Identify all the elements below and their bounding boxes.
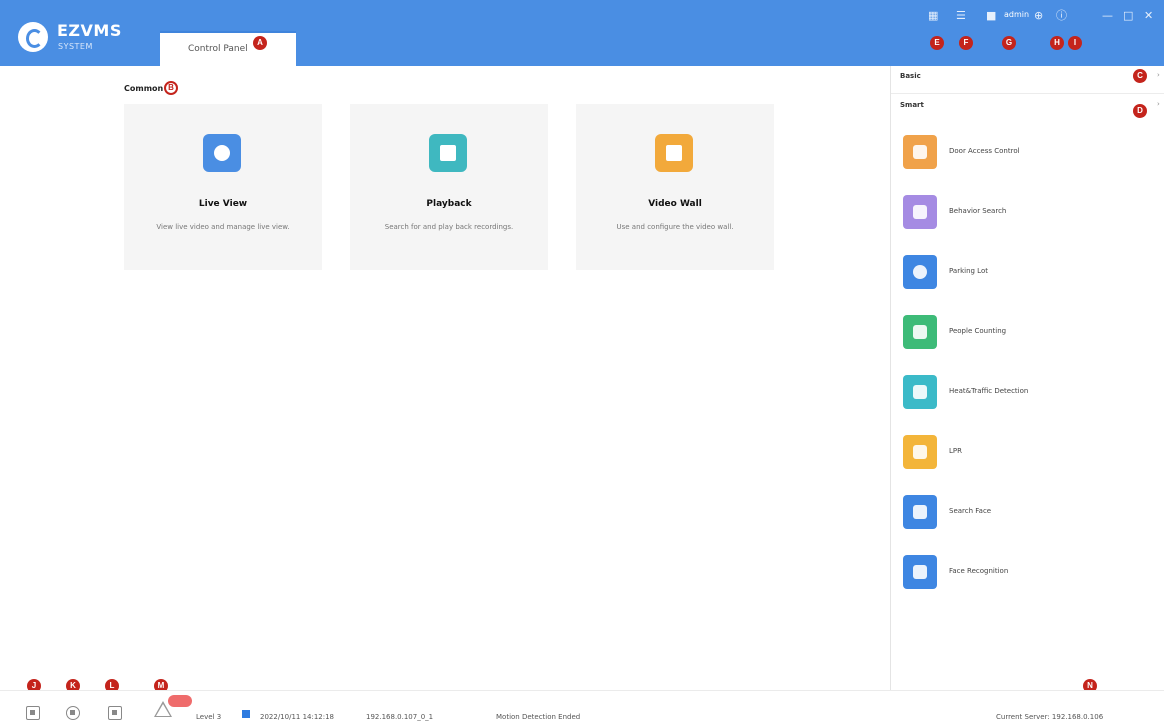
app-label: LPR [949,447,962,455]
heat-traffic-icon [903,375,937,409]
door-access-icon [903,135,937,169]
annotation-marker-b: B [164,81,178,95]
chevron-down-icon[interactable]: › [1157,100,1160,108]
annotation-marker-f: F [959,36,973,50]
help-icon[interactable]: ⓘ [1056,8,1067,24]
app-label: Face Recognition [949,567,1009,575]
basic-section-label[interactable]: Basic [900,72,921,80]
annotation-marker-g: G [1002,36,1016,50]
playback-icon [429,134,467,172]
header-toolbar: ▦ ☰ ■ admin ⊕ ⓘ — □ ✕ [924,8,1160,28]
card-description: Search for and play back recordings. [384,223,514,231]
annotation-marker-c: C [1133,69,1147,83]
app-label: Search Face [949,507,992,515]
people-counting-icon [903,315,937,349]
card-description: View live video and manage live view. [156,223,290,231]
close-icon[interactable]: ✕ [1144,8,1153,24]
search-face-icon [903,495,937,529]
list-icon[interactable]: ☰ [956,8,966,24]
annotation-marker-e: E [930,36,944,50]
tab-label: Control Panel [188,44,248,54]
app-heat-traffic-detection[interactable]: Heat&Traffic Detection [903,375,1143,409]
app-people-counting[interactable]: People Counting [903,315,1143,349]
lpr-icon [903,435,937,469]
app-face-recognition[interactable]: Face Recognition [903,555,1143,589]
card-playback[interactable]: Playback Search for and play back record… [350,104,548,270]
event-type[interactable]: Motion Detection Ended [496,713,580,721]
maximize-icon[interactable]: □ [1123,8,1133,24]
list-icon[interactable] [108,706,122,720]
divider [891,93,1164,94]
tab-control-panel[interactable]: Control Panel [160,31,296,66]
app-label: Parking Lot [949,267,988,275]
app-lpr[interactable]: LPR [903,435,1143,469]
app-label: Heat&Traffic Detection [949,387,1029,395]
username[interactable]: admin [1004,10,1029,19]
app-label: Door Access Control [949,147,1020,155]
annotation-marker-i: I [1068,36,1082,50]
current-server: Current Server: 192.168.0.106 [996,713,1104,721]
app-search-face[interactable]: Search Face [903,495,1143,529]
app-parking-lot[interactable]: Parking Lot [903,255,1143,289]
home-icon[interactable] [26,706,40,720]
top-header: EZVMS SYSTEM Control Panel A ▦ ☰ ■ admin… [0,0,1164,66]
parking-lot-icon [903,255,937,289]
lock-icon[interactable]: ⊕ [1034,8,1043,24]
annotation-marker-a: A [253,36,267,50]
app-door-access-control[interactable]: Door Access Control [903,135,1143,169]
annotation-marker-d: D [1133,104,1147,118]
chevron-right-icon[interactable]: › [1157,71,1160,79]
level-indicator [242,710,250,718]
event-level: Level 3 [196,713,222,721]
camera-icon [203,134,241,172]
card-title: Video Wall [648,199,702,209]
card-description: Use and configure the video wall. [616,223,734,231]
event-datetime: 2022/10/11 14:12:18 [260,713,335,721]
event-source: 192.168.0.107_0_1 [366,713,434,721]
app-label: Behavior Search [949,207,1007,215]
download-icon[interactable] [66,706,80,720]
app-logo-icon [18,22,48,52]
user-icon[interactable]: ■ [986,8,996,24]
minimize-icon[interactable]: — [1102,8,1113,24]
annotation-marker-h: H [1050,36,1064,50]
card-video-wall[interactable]: Video Wall Use and configure the video w… [576,104,774,270]
video-wall-icon [655,134,693,172]
app-label: People Counting [949,327,1007,335]
face-recognition-icon [903,555,937,589]
app-behavior-search[interactable]: Behavior Search [903,195,1143,229]
behavior-search-icon [903,195,937,229]
section-title-common: Common [124,84,164,93]
card-title: Playback [426,199,472,209]
brand-name: EZVMS [57,21,122,40]
alarm-count-badge [168,695,192,707]
card-title: Live View [198,199,248,209]
right-panel: Basic › Smart › Door Access Control Beha… [890,66,1164,690]
card-live-view[interactable]: Live View View live video and manage liv… [124,104,322,270]
smart-section-label[interactable]: Smart [900,101,924,109]
brand-subtitle: SYSTEM [58,42,93,51]
status-bar: Level 3 2022/10/11 14:12:18 192.168.0.10… [0,690,1164,727]
grid-icon[interactable]: ▦ [928,8,938,24]
